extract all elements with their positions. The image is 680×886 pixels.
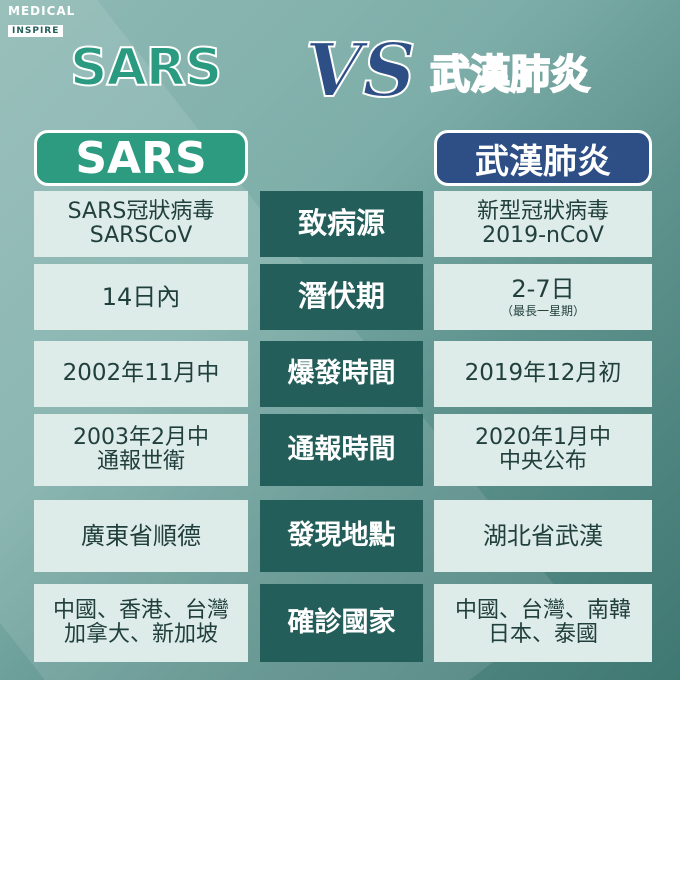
row-label: 確診國家	[260, 584, 423, 662]
brand-line1: MEDICAL	[8, 4, 76, 18]
wuhan-cell-line: 2019-nCoV	[482, 223, 604, 248]
header-left-title: SARS	[69, 37, 223, 99]
column-header-wuhan: 武漢肺炎	[434, 130, 652, 186]
wuhan-cell: 新型冠狀病毒 2019-nCoV	[434, 191, 652, 257]
header: SARS VS 武漢肺炎	[0, 27, 680, 115]
wuhan-cell: 2019年12月初	[434, 341, 652, 407]
row-label: 發現地點	[260, 500, 423, 572]
column-header-sars: SARS	[34, 130, 248, 186]
sars-cell-line: SARSCoV	[89, 223, 193, 248]
sars-cell-line: 加拿大、新加坡	[63, 622, 218, 647]
wuhan-cell: 2-7日 （最長一星期）	[434, 264, 652, 330]
sars-cell: 中國、香港、台灣 加拿大、新加坡	[34, 584, 248, 662]
sars-cell-line: 中國、香港、台灣	[52, 597, 229, 623]
header-right-title: 武漢肺炎	[429, 51, 591, 99]
wuhan-cell-note: （最長一星期）	[500, 303, 585, 318]
wuhan-cell: 2020年1月中 中央公布	[434, 414, 652, 486]
sars-cell: SARS冠狀病毒 SARSCoV	[34, 191, 248, 257]
sars-cell: 2002年11月中	[34, 341, 248, 407]
wuhan-cell-line: 2020年1月中	[475, 424, 611, 450]
wuhan-cell-line: 2-7日	[511, 275, 575, 304]
sars-cell-line: 14日內	[101, 282, 181, 311]
sars-cell-line: 廣東省順德	[81, 521, 201, 550]
wuhan-cell-line: 2019年12月初	[464, 360, 622, 387]
sars-cell-line: 2002年11月中	[62, 360, 220, 387]
sars-cell: 14日內	[34, 264, 248, 330]
sars-cell: 2003年2月中 通報世衛	[34, 414, 248, 486]
row-label: 潛伏期	[260, 264, 423, 330]
sars-cell-line: 通報世衛	[96, 449, 185, 474]
sars-cell-line: 2003年2月中	[73, 424, 209, 450]
wuhan-cell-line: 中國、台灣、南韓	[454, 597, 631, 623]
sars-cell-line: SARS冠狀病毒	[67, 198, 215, 224]
wuhan-cell-line: 新型冠狀病毒	[476, 198, 609, 224]
row-label: 爆發時間	[260, 341, 423, 407]
sars-cell: 廣東省順德	[34, 500, 248, 572]
wuhan-cell-line: 日本、泰國	[487, 622, 598, 647]
header-vs: VS	[304, 27, 417, 115]
wuhan-cell-line: 湖北省武漢	[483, 521, 603, 550]
wuhan-cell: 中國、台灣、南韓 日本、泰國	[434, 584, 652, 662]
row-label: 通報時間	[260, 414, 423, 486]
wuhan-cell: 湖北省武漢	[434, 500, 652, 572]
row-label: 致病源	[260, 191, 423, 257]
wuhan-cell-line: 中央公布	[498, 449, 587, 474]
